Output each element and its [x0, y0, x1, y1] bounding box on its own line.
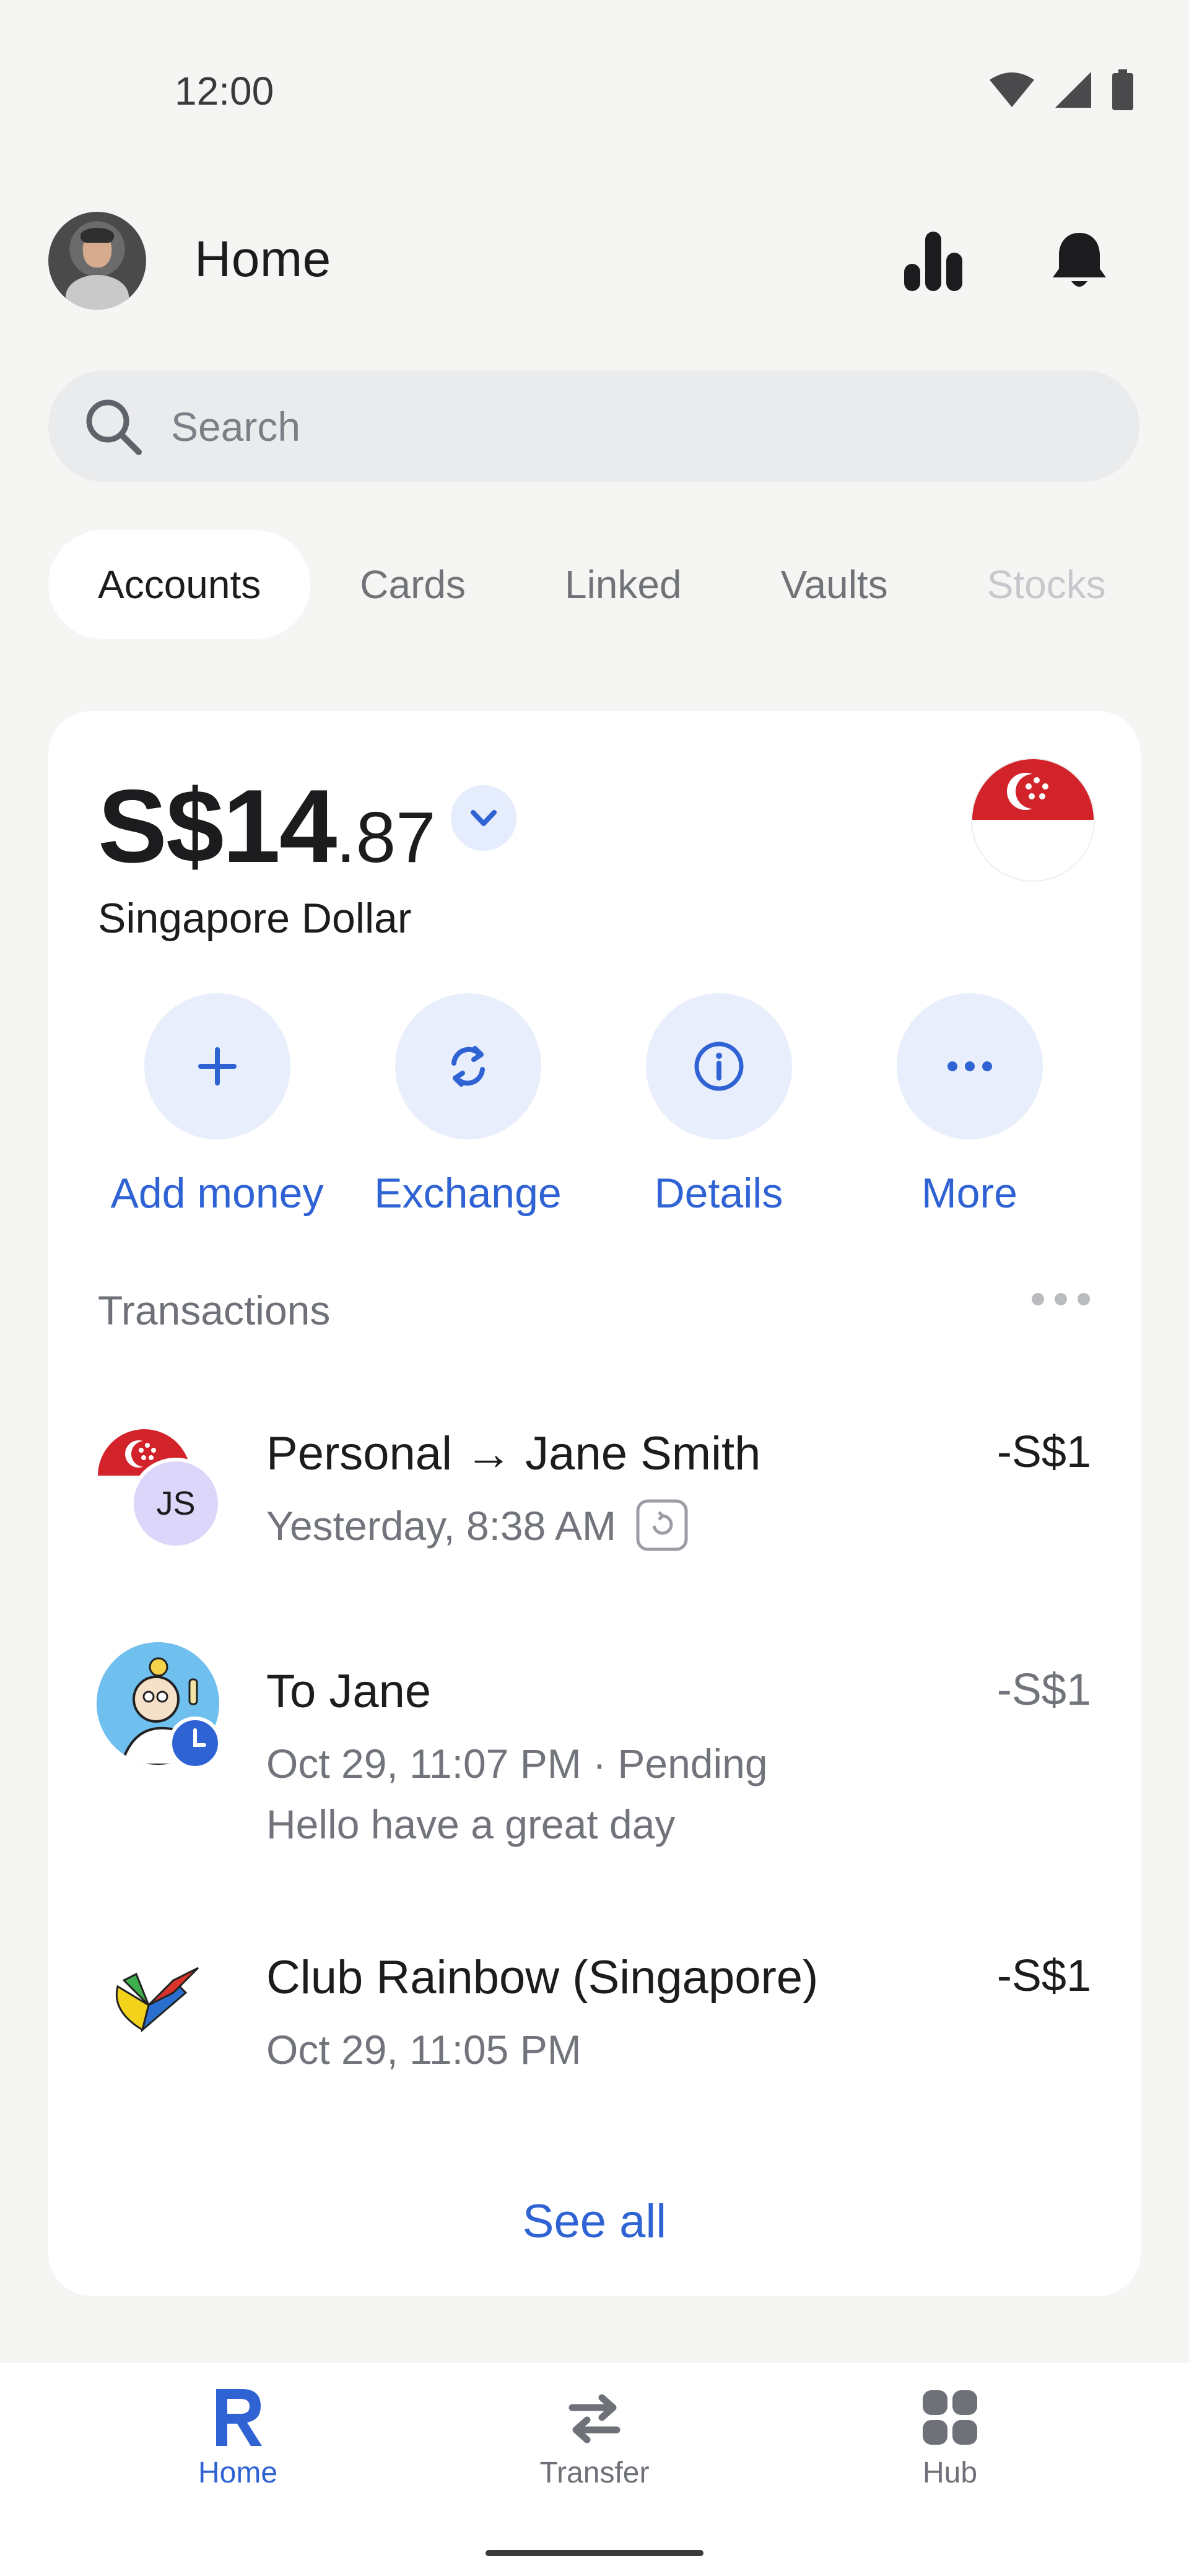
exchange-button[interactable]: Exchange — [342, 993, 593, 1217]
exchange-icon — [451, 1046, 485, 1087]
home-indicator[interactable] — [486, 2550, 703, 2556]
tab-bar: Accounts Cards Linked Vaults Stocks — [48, 530, 1163, 639]
transaction-name: Personal → Jane Smith — [266, 1427, 761, 1480]
signal-icon — [1055, 72, 1091, 108]
balance-cents: .87 — [336, 797, 436, 877]
more-horizontal-icon[interactable] — [1027, 1287, 1095, 1318]
bell-icon[interactable] — [1047, 228, 1112, 294]
transaction-amount: -S$1 — [996, 1665, 1091, 1715]
details-button[interactable]: Details — [593, 993, 844, 1217]
nav-transfer[interactable]: Transfer — [502, 2387, 687, 2490]
tab-cards[interactable]: Cards — [310, 530, 515, 639]
transaction-row[interactable]: Club Rainbow (Singapore) Oct 29, 11:05 P… — [48, 1951, 1141, 2123]
status-time: 12:00 — [175, 69, 274, 113]
transaction-row[interactable]: To Jane Oct 29, 11:07 PM · Pending Hello… — [48, 1642, 1141, 1875]
quick-actions: Add money Exchange Details More — [48, 993, 1141, 1217]
page-title: Home — [194, 231, 331, 287]
tab-accounts[interactable]: Accounts — [48, 530, 311, 639]
transaction-date: Oct 29, 11:07 PM · Pending — [266, 1741, 768, 1786]
clock-icon — [168, 1717, 222, 1770]
transaction-row[interactable]: JS Personal → Jane Smith Yesterday, 8:38… — [48, 1427, 1141, 1590]
stats-icon[interactable] — [900, 229, 965, 294]
nav-hub[interactable]: Hub — [857, 2387, 1043, 2490]
action-label[interactable]: More — [921, 1169, 1017, 1217]
tab-stocks[interactable]: Stocks — [938, 530, 1156, 639]
action-label[interactable]: Details — [655, 1169, 783, 1217]
avatar[interactable] — [48, 212, 146, 310]
transactions-header: Transactions — [98, 1287, 331, 1333]
action-circle[interactable] — [645, 993, 792, 1139]
plus-icon — [198, 1047, 237, 1086]
action-label[interactable]: Add money — [111, 1169, 324, 1217]
account-card: S$14 .87 Singapore Dollar Add money Exch… — [48, 711, 1141, 2296]
transaction-name: Club Rainbow (Singapore) — [266, 1951, 819, 2004]
search-input[interactable] — [170, 370, 1039, 483]
contact-initials-avatar: JS — [130, 1458, 222, 1549]
transfer-icon — [568, 2394, 621, 2443]
transaction-amount: -S$1 — [996, 1427, 1091, 1477]
transaction-name: To Jane — [266, 1665, 432, 1718]
nav-label: Home — [198, 2456, 278, 2489]
transaction-date: Yesterday, 8:38 AM — [266, 1503, 617, 1549]
nav-home[interactable]: Home — [145, 2387, 331, 2490]
action-circle[interactable] — [394, 993, 541, 1139]
balance-main: S$14 — [98, 768, 337, 884]
more-button[interactable]: More — [844, 993, 1095, 1217]
nav-label: Transfer — [539, 2456, 650, 2489]
wifi-icon — [990, 72, 1034, 107]
action-circle[interactable] — [896, 993, 1043, 1139]
search-icon — [86, 399, 142, 455]
grid-icon — [923, 2390, 977, 2445]
see-all-link[interactable]: See all — [48, 2195, 1141, 2248]
status-icons — [988, 69, 1135, 110]
battery-icon — [1112, 69, 1133, 110]
bottom-nav: Home Transfer Hub — [0, 2363, 1189, 2576]
more-icon — [947, 1061, 992, 1071]
info-icon — [694, 1042, 743, 1091]
tab-linked[interactable]: Linked — [515, 530, 731, 639]
transaction-date: Oct 29, 11:05 PM — [266, 2027, 581, 2073]
action-label[interactable]: Exchange — [374, 1169, 561, 1217]
balance[interactable]: S$14 .87 — [98, 767, 436, 886]
currency-name: Singapore Dollar — [98, 895, 412, 942]
search-bar[interactable] — [48, 370, 1139, 483]
nav-label: Hub — [922, 2456, 978, 2489]
transaction-note: Hello have a great day — [266, 1801, 676, 1847]
tab-vaults[interactable]: Vaults — [731, 530, 938, 639]
action-circle[interactable] — [144, 993, 290, 1139]
add-money-button[interactable]: Add money — [92, 993, 342, 1217]
singapore-flag-icon[interactable] — [971, 758, 1095, 882]
revolut-home-icon — [216, 2389, 262, 2446]
chevron-down-icon[interactable] — [451, 785, 516, 851]
club-rainbow-logo — [115, 1967, 199, 2033]
recurring-icon — [636, 1499, 688, 1551]
transaction-amount: -S$1 — [996, 1951, 1091, 2001]
